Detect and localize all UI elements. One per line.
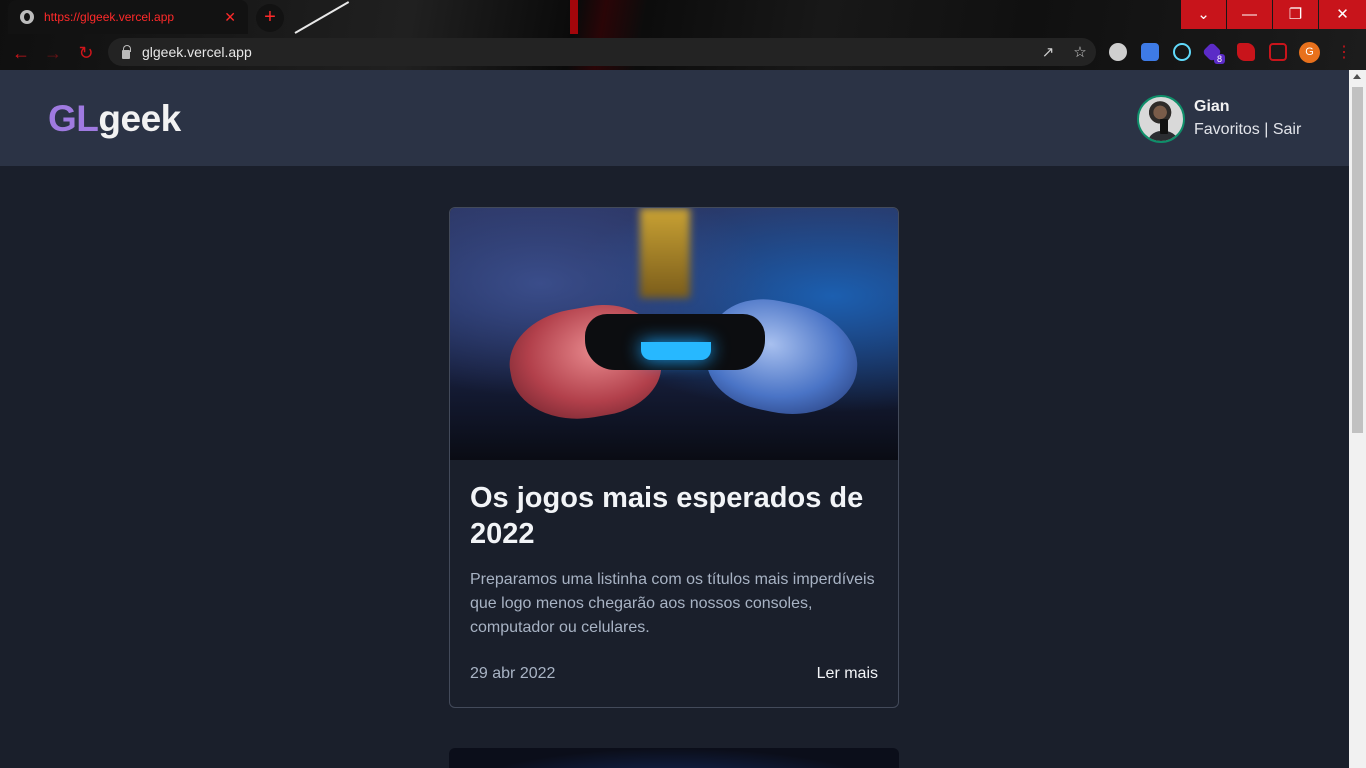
lock-icon — [122, 44, 131, 59]
post-description: Preparamos uma listinha com os títulos m… — [470, 571, 875, 636]
logo-geek: geek — [98, 98, 181, 139]
user-name: Gian — [1194, 98, 1230, 115]
extensions-puzzle-icon[interactable] — [1237, 43, 1255, 61]
tab-title: https://glgeek.vercel.app — [44, 10, 175, 24]
next-post-card[interactable] — [449, 748, 899, 768]
web-page: GLgeek Gian Favoritos | Sair Os jogos ma… — [0, 70, 1366, 768]
restore-button[interactable]: ❐ — [1273, 0, 1318, 29]
post-title[interactable]: Os jogos mais esperados de 2022 — [470, 480, 880, 552]
bookmark-star-icon[interactable]: ☆ — [1064, 43, 1096, 61]
favorites-link[interactable]: Favoritos — [1194, 121, 1260, 138]
minimize-button[interactable]: — — [1227, 0, 1272, 29]
post-body: Os jogos mais esperados de 2022 Preparam… — [470, 480, 880, 640]
close-window-button[interactable]: ✕ — [1319, 0, 1366, 29]
profile-avatar[interactable]: G — [1299, 42, 1320, 63]
forward-arrow-icon[interactable]: → — [40, 40, 66, 66]
wallpaper-streak — [294, 1, 350, 34]
wallpaper-streak-red — [570, 0, 578, 34]
address-bar[interactable]: glgeek.vercel.app ↗ ☆ — [108, 38, 1096, 66]
extension-react-icon[interactable] — [1173, 43, 1191, 61]
browser-toolbar: ← → ↻ glgeek.vercel.app ↗ ☆ 8 G ⋮ — [0, 34, 1366, 70]
avatar-phone — [1160, 119, 1168, 134]
url-text[interactable]: glgeek.vercel.app — [142, 44, 1032, 60]
tab-close-icon[interactable]: ✕ — [224, 9, 236, 26]
logo-gl: GL — [48, 98, 99, 139]
extension-badge: 8 — [1214, 54, 1226, 64]
link-separator: | — [1259, 121, 1273, 138]
tab-search-button[interactable]: ⌄ — [1181, 0, 1226, 29]
globe-icon — [20, 10, 34, 24]
browser-menu-icon[interactable]: ⋮ — [1336, 42, 1352, 62]
post-date: 29 abr 2022 — [470, 665, 556, 682]
image-shirt — [640, 208, 690, 298]
image-gamepad-light — [641, 342, 711, 360]
site-logo[interactable]: GLgeek — [48, 98, 181, 140]
page-scrollbar[interactable] — [1349, 70, 1366, 768]
site-header: GLgeek Gian Favoritos | Sair — [0, 70, 1349, 166]
post-card[interactable]: Os jogos mais esperados de 2022 Preparam… — [449, 207, 899, 708]
post-image[interactable] — [450, 208, 898, 460]
read-more-link[interactable]: Ler mais — [817, 665, 878, 683]
extension-owl-icon[interactable] — [1109, 43, 1127, 61]
reload-icon[interactable]: ↻ — [73, 40, 99, 66]
new-tab-button[interactable]: + — [256, 4, 284, 32]
browser-tab[interactable]: https://glgeek.vercel.app ✕ — [8, 0, 248, 34]
logout-link[interactable]: Sair — [1273, 121, 1301, 138]
extension-translate-icon[interactable] — [1141, 43, 1159, 61]
scroll-up-arrow-icon[interactable] — [1353, 74, 1361, 79]
browser-chrome: https://glgeek.vercel.app ✕ + ⌄ — ❐ ✕ ← … — [0, 0, 1366, 70]
side-panel-icon[interactable] — [1269, 43, 1287, 61]
user-avatar[interactable] — [1137, 95, 1185, 143]
scrollbar-thumb[interactable] — [1352, 87, 1363, 433]
back-arrow-icon[interactable]: ← — [8, 40, 34, 66]
user-links: Favoritos | Sair — [1194, 121, 1301, 139]
share-icon[interactable]: ↗ — [1032, 43, 1064, 61]
